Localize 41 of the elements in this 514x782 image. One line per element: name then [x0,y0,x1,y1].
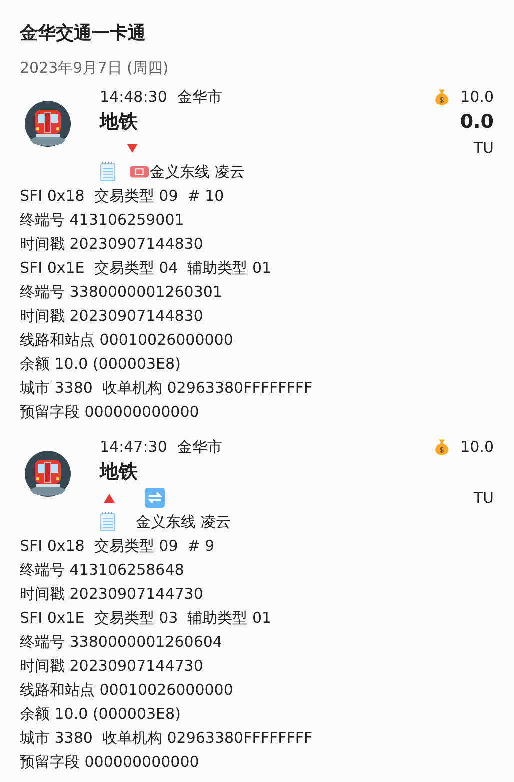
money-bag-icon [432,88,451,106]
detail-line: 终端号 413106258648 [20,560,186,581]
detail-line: SFI 0x1E 交易类型 03 辅助类型 01 [20,608,273,629]
city: 金华市 [177,87,222,108]
transaction-title: 地铁 [100,110,139,135]
line-station: 金义东线 凌云 [150,162,245,182]
app-title: 金华交通一卡通 [20,22,147,46]
detail-line: SFI 0x18 交易类型 09 # 10 [20,186,226,207]
time: 14:47:30 [100,437,168,458]
notepad-icon [100,512,116,532]
money-bag-icon [432,438,451,456]
transaction-title: 地铁 [100,460,139,485]
time: 14:48:30 [100,87,168,108]
metro-train-icon [24,450,72,498]
detail-line: 终端号 3380000001260301 [20,282,224,303]
unit: TU [474,488,494,509]
line-station: 金义东线 凌云 [136,512,231,532]
detail-line: 时间戳 20230907144730 [20,656,204,677]
metro-train-icon [24,100,72,148]
detail-line: 线路和站点 00010026000000 [20,330,234,351]
detail-line: 时间戳 20230907144830 [20,306,204,327]
city: 金华市 [177,437,222,458]
unit: TU [474,138,494,159]
date-heading: 2023年9月7日 (周四) [20,58,170,79]
detail-line: 终端号 413106259001 [20,210,186,231]
detail-line: 城市 3380 收单机构 02963380FFFFFFFF [20,378,314,399]
balance: 10.0 [460,87,494,108]
detail-line: 预留字段 000000000000 [20,752,200,773]
detail-line: 预留字段 000000000000 [20,402,200,423]
detail-line: SFI 0x18 交易类型 09 # 9 [20,536,216,557]
notepad-icon [100,162,116,182]
balance: 10.0 [460,437,494,458]
amount: 0.0 [460,110,494,135]
detail-line: 时间戳 20230907144830 [20,234,204,255]
detail-line: 线路和站点 00010026000000 [20,680,234,701]
detail-line: 终端号 3380000001260604 [20,632,224,653]
detail-line: 时间戳 20230907144730 [20,584,204,605]
detail-line: 城市 3380 收单机构 02963380FFFFFFFF [20,728,314,749]
detail-line: SFI 0x1E 交易类型 04 辅助类型 01 [20,258,273,279]
detail-line: 余额 10.0 (000003E8) [20,704,182,725]
detail-line: 余额 10.0 (000003E8) [20,354,182,375]
